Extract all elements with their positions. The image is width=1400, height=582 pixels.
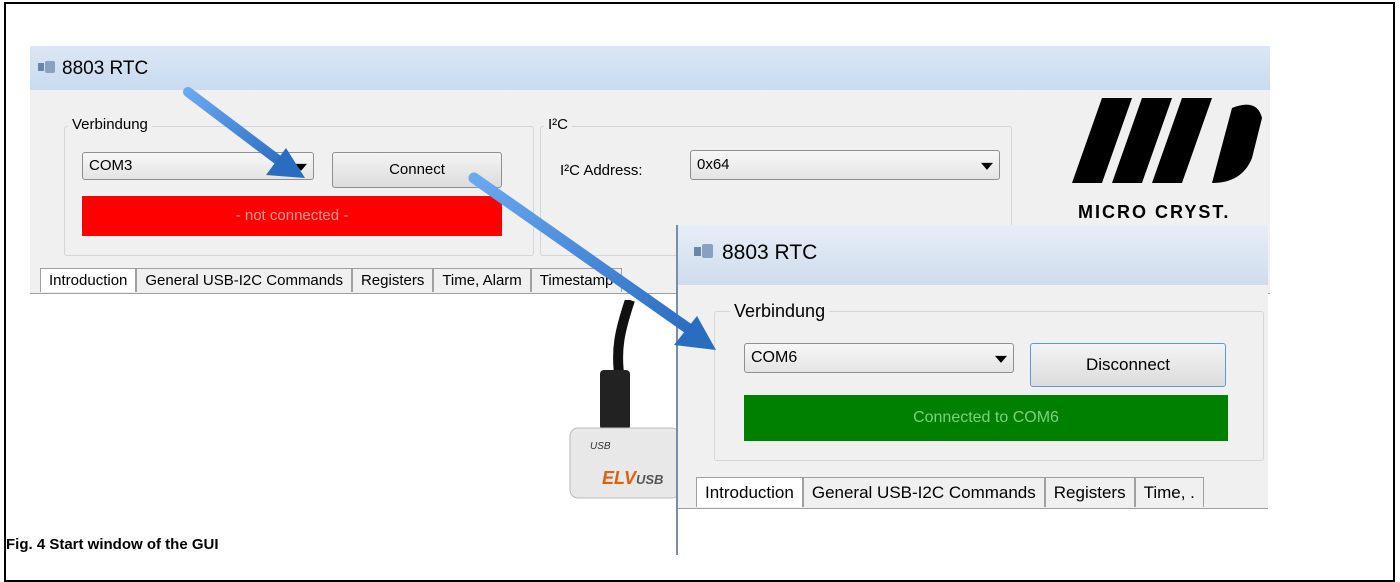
figure-caption: Fig. 4 Start window of the GUI: [6, 536, 219, 553]
callout-arrows: [183, 87, 716, 350]
arrow-to-com-select: [183, 87, 305, 178]
arrow-to-front-window: [468, 172, 716, 350]
